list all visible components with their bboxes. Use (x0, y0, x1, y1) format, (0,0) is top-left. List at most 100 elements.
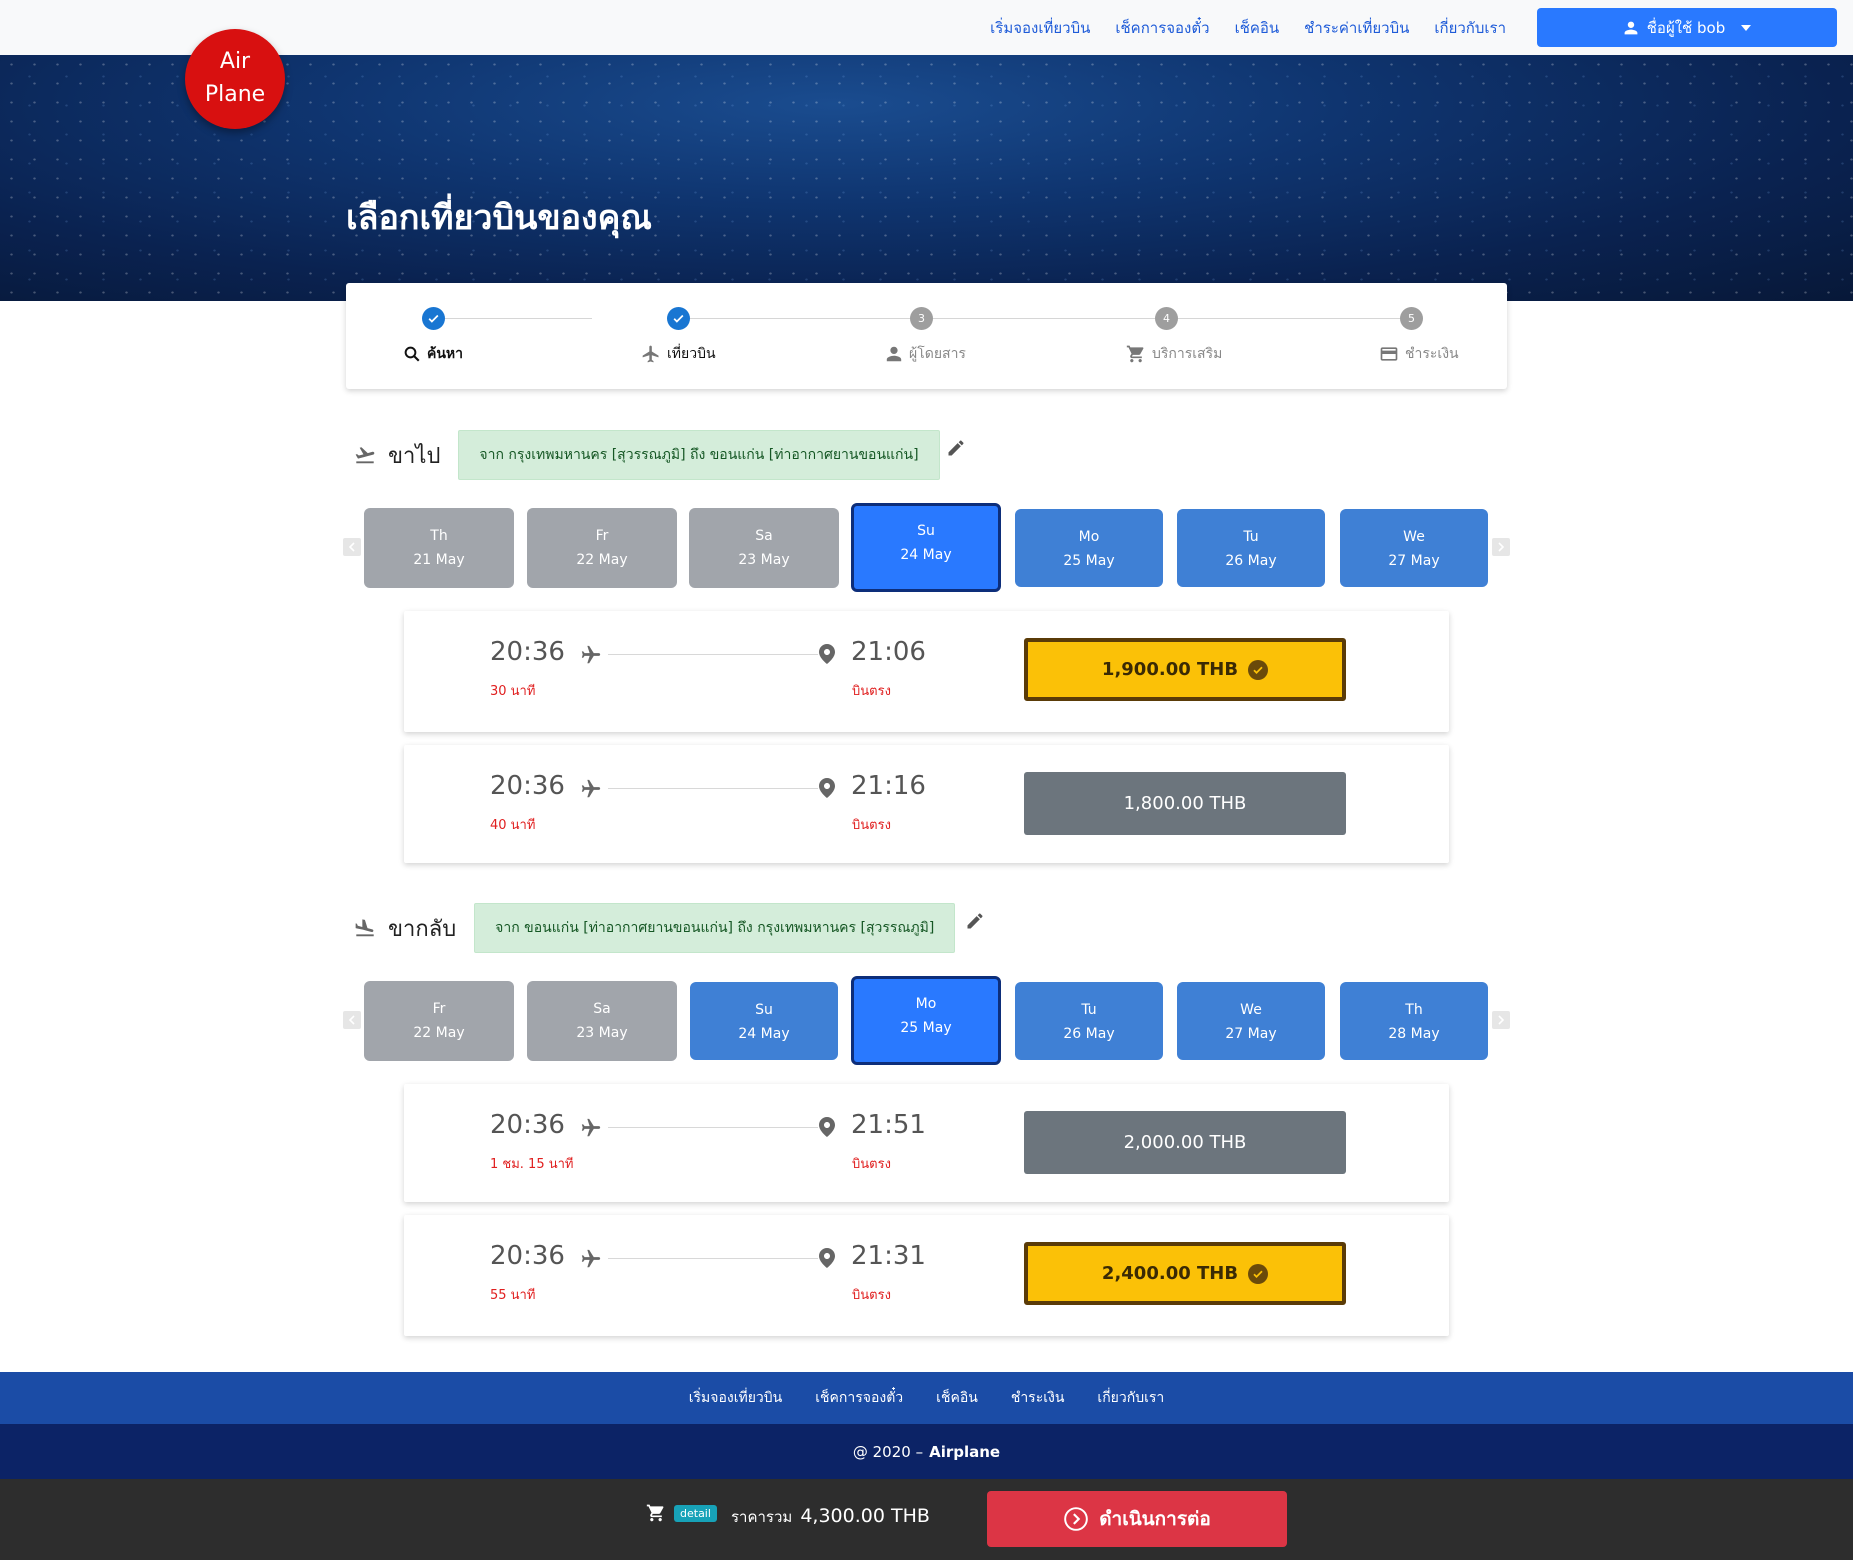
outbound-date-card[interactable]: Tu 26 May (1177, 509, 1325, 587)
arrive-time: 21:51 (851, 1110, 926, 1140)
date-day: Th (430, 528, 448, 544)
outbound-date-card[interactable]: We 27 May (1340, 509, 1488, 587)
date-label: 25 May (900, 1020, 952, 1036)
date-day: Fr (595, 528, 609, 544)
cart-icon (1126, 345, 1144, 363)
airplane-icon (581, 779, 601, 798)
outbound-route: จาก กรุงเทพมหานคร [สุวรรณภูมิ] ถึง ขอนแก… (458, 430, 940, 480)
flight-card: 20:36 55 นาที 21:31 บินตรง 2,400.00 THB (404, 1215, 1449, 1336)
location-pin-icon (819, 644, 835, 664)
airplane-icon (581, 1249, 601, 1268)
outbound-date-card[interactable]: Fr 22 May (527, 508, 677, 588)
footer-link-check-booking[interactable]: เช็คการจองตั๋ว (815, 1387, 903, 1409)
step-payment[interactable]: ชำระเงิน (1379, 343, 1459, 365)
booking-stepper: 3 4 5 ค้นหา เที่ยวบิน ผู้โดยสาร บริการเส… (346, 283, 1507, 389)
step-passenger[interactable]: ผู้โดยสาร (885, 343, 966, 365)
outbound-title: ขาไป (388, 443, 441, 469)
return-date-card[interactable]: We 27 May (1177, 982, 1325, 1060)
detail-badge[interactable]: detail (674, 1504, 717, 1522)
step-flight[interactable]: เที่ยวบิน (641, 343, 716, 365)
date-label: 28 May (1388, 1026, 1440, 1042)
outbound-next-dates[interactable] (1492, 538, 1510, 556)
arrow-circle-right-icon (1064, 1507, 1088, 1531)
flight-card: 20:36 1 ชม. 15 นาที 21:51 บินตรง 2,000.0… (404, 1084, 1449, 1202)
date-day: Tu (1081, 1002, 1097, 1018)
nav-link-check-booking[interactable]: เช็คการจองตั๋ว (1115, 16, 1209, 40)
arrive-time: 21:06 (851, 637, 926, 667)
airplane-icon (642, 345, 659, 363)
price-label: 2,000.00 THB (1123, 1132, 1247, 1153)
date-label: 26 May (1225, 553, 1277, 569)
edit-outbound-icon[interactable] (946, 438, 966, 458)
outbound-header: ขาไป จาก กรุงเทพมหานคร [สุวรรณภูมิ] ถึง … (354, 430, 940, 480)
price-label: 1,800.00 THB (1123, 793, 1247, 814)
nav-links: เริ่มจองเที่ยวบิน เช็คการจองตั๋ว เช็คอิน… (990, 0, 1506, 55)
continue-button[interactable]: ดำเนินการต่อ (987, 1491, 1287, 1547)
price-button-selected[interactable]: 1,900.00 THB (1024, 638, 1346, 701)
step-2-circle (667, 307, 690, 330)
flight-card: 20:36 30 นาที 21:06 บินตรง 1,900.00 THB (404, 611, 1449, 732)
chevron-left-icon (348, 1015, 355, 1025)
nav-link-about[interactable]: เกี่ยวกับเรา (1434, 16, 1506, 40)
check-circle-icon (1248, 1263, 1269, 1284)
price-button[interactable]: 1,800.00 THB (1024, 772, 1346, 835)
nav-link-checkin[interactable]: เช็คอิน (1235, 16, 1280, 40)
footer-link-book[interactable]: เริ่มจองเที่ยวบิน (689, 1387, 783, 1409)
airplane-logo[interactable]: Air Plane (185, 29, 285, 129)
location-pin-icon (819, 1248, 835, 1268)
logo-line-1: Air (219, 49, 251, 74)
location-pin-icon (819, 778, 835, 798)
flight-route-line (608, 1258, 818, 1259)
outbound-date-card[interactable]: Sa 23 May (689, 508, 839, 588)
date-label: 22 May (576, 552, 628, 568)
total-price: ราคารวม 4,300.00 THB (731, 1505, 930, 1529)
flight-duration: 1 ชม. 15 นาที (490, 1157, 574, 1172)
date-day: Fr (432, 1001, 446, 1017)
total-amount: 4,300.00 THB (800, 1505, 930, 1527)
return-prev-dates[interactable] (343, 1011, 361, 1029)
depart-time: 20:36 (490, 637, 565, 667)
date-day: Tu (1243, 529, 1259, 545)
nav-link-payment[interactable]: ชำระค่าเที่ยวบิน (1304, 16, 1409, 40)
price-label: 2,400.00 THB (1101, 1263, 1239, 1284)
outbound-date-card-selected[interactable]: Su 24 May (851, 503, 1001, 592)
check-icon (428, 314, 439, 323)
footer-link-payment[interactable]: ชำระเงิน (1011, 1387, 1065, 1409)
step-payment-label: ชำระเงิน (1405, 346, 1459, 362)
outbound-date-card[interactable]: Mo 25 May (1015, 509, 1163, 587)
user-menu-button[interactable]: ชื่อผู้ใช้ bob (1537, 8, 1837, 47)
flight-route-line (608, 654, 818, 655)
arrive-time: 21:16 (851, 771, 926, 801)
step-1-circle (422, 307, 445, 330)
check-circle-icon (1248, 659, 1269, 680)
arrive-time: 21:31 (851, 1241, 926, 1271)
return-date-card[interactable]: Tu 26 May (1015, 982, 1163, 1060)
flight-type: บินตรง (852, 1157, 891, 1172)
return-date-card[interactable]: Fr 22 May (364, 981, 514, 1061)
price-button[interactable]: 2,000.00 THB (1024, 1111, 1346, 1174)
return-date-card[interactable]: Th 28 May (1340, 982, 1488, 1060)
price-button-selected[interactable]: 2,400.00 THB (1024, 1242, 1346, 1305)
cart-summary: detail (646, 1503, 717, 1523)
footer-link-checkin[interactable]: เช็คอิน (936, 1387, 978, 1409)
return-header: ขากลับ จาก ขอนแก่น [ท่าอากาศยานขอนแก่น] … (354, 903, 956, 953)
date-day: Su (755, 1002, 773, 1018)
return-date-card[interactable]: Su 24 May (690, 982, 838, 1060)
date-day: Sa (755, 528, 773, 544)
footer-link-about[interactable]: เกี่ยวกับเรา (1097, 1387, 1164, 1409)
step-extras[interactable]: บริการเสริม (1126, 343, 1222, 365)
date-label: 25 May (1063, 553, 1115, 569)
check-icon (673, 314, 684, 323)
return-date-card-selected[interactable]: Mo 25 May (851, 976, 1001, 1065)
outbound-prev-dates[interactable] (343, 538, 361, 556)
date-day: We (1240, 1002, 1262, 1018)
outbound-date-card[interactable]: Th 21 May (364, 508, 514, 588)
nav-link-book[interactable]: เริ่มจองเที่ยวบิน (990, 16, 1090, 40)
chevron-right-icon (1498, 1015, 1505, 1025)
return-next-dates[interactable] (1492, 1011, 1510, 1029)
return-date-card[interactable]: Sa 23 May (527, 981, 677, 1061)
person-icon (1624, 21, 1638, 34)
edit-return-icon[interactable] (965, 911, 985, 931)
step-search-label: ค้นหา (427, 346, 464, 362)
step-search[interactable]: ค้นหา (403, 343, 463, 365)
